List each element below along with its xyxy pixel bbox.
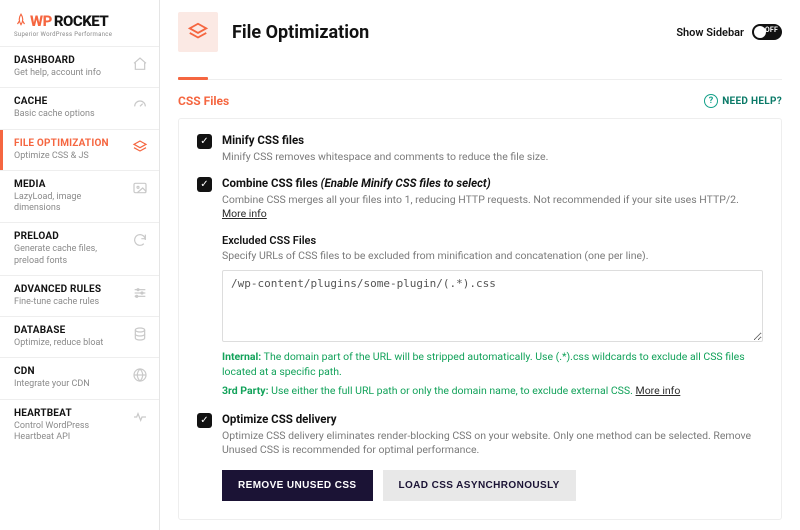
sidebar-item-sub: Generate cache files, preload fonts	[14, 244, 127, 267]
option-minify-title: Minify CSS files	[222, 133, 763, 147]
sidebar-item-title: FILE OPTIMIZATION	[14, 138, 109, 149]
brand-logo: WPROCKET Superior WordPress Performance	[0, 0, 159, 47]
sidebar-item-cache[interactable]: CACHE Basic cache options	[0, 87, 159, 128]
option-minify-css: ✓ Minify CSS files Minify CSS removes wh…	[197, 133, 763, 164]
sidebar-item-sub: Get help, account info	[14, 68, 101, 79]
sidebar-item-title: HEARTBEAT	[14, 408, 127, 419]
sidebar: WPROCKET Superior WordPress Performance …	[0, 0, 160, 530]
sidebar-item-database[interactable]: DATABASE Optimize, reduce bloat	[0, 316, 159, 357]
combine-more-info-link[interactable]: More info	[222, 207, 267, 220]
excluded-hint-3rdparty: 3rd Party: Use either the full URL path …	[222, 383, 763, 398]
sidebar-item-title: CACHE	[14, 96, 95, 107]
brand-tagline: Superior WordPress Performance	[14, 31, 149, 38]
excluded-title: Excluded CSS Files	[222, 234, 763, 247]
layers-icon	[178, 12, 218, 52]
excluded-css-group: Excluded CSS Files Specify URLs of CSS f…	[222, 234, 763, 399]
sidebar-item-preload[interactable]: PRELOAD Generate cache files, preload fon…	[0, 222, 159, 275]
refresh-icon	[131, 232, 149, 248]
rocket-icon	[14, 13, 28, 30]
sidebar-item-title: DASHBOARD	[14, 55, 101, 66]
remove-unused-css-button[interactable]: REMOVE UNUSED CSS	[222, 470, 373, 501]
nav: DASHBOARD Get help, account info CACHE Basi…	[0, 47, 159, 530]
sidebar-item-sub: Basic cache options	[14, 109, 95, 120]
database-icon	[131, 326, 149, 342]
option-optimize-desc: Optimize CSS delivery eliminates render-…	[222, 429, 763, 457]
option-minify-desc: Minify CSS removes whitespace and commen…	[222, 150, 763, 164]
css-files-panel: ✓ Minify CSS files Minify CSS removes wh…	[178, 118, 782, 520]
option-optimize-delivery: ✓ Optimize CSS delivery Optimize CSS del…	[197, 412, 763, 457]
sidebar-item-advanced-rules[interactable]: ADVANCED RULES Fine-tune cache rules	[0, 275, 159, 316]
sidebar-item-title: CDN	[14, 366, 90, 377]
option-optimize-title: Optimize CSS delivery	[222, 412, 763, 426]
gauge-icon	[131, 97, 149, 113]
checkbox-combine-css[interactable]: ✓	[197, 177, 212, 192]
sidebar-item-sub: Control WordPress Heartbeat API	[14, 421, 127, 444]
heartbeat-icon	[131, 409, 149, 425]
sidebar-item-sub: Optimize, reduce bloat	[14, 338, 103, 349]
sidebar-item-heartbeat[interactable]: HEARTBEAT Control WordPress Heartbeat API	[0, 399, 159, 452]
option-combine-desc: Combine CSS merges all your files into 1…	[222, 193, 763, 221]
sidebar-item-title: PRELOAD	[14, 231, 127, 242]
sidebar-item-title: MEDIA	[14, 179, 127, 190]
excluded-css-textarea[interactable]	[222, 270, 763, 342]
sidebar-item-sub: Integrate your CDN	[14, 379, 90, 390]
sidebar-item-media[interactable]: MEDIA LazyLoad, image dimensions	[0, 170, 159, 223]
show-sidebar-label: Show Sidebar	[676, 26, 744, 39]
globe-icon	[131, 367, 149, 383]
sidebar-item-file-optimization[interactable]: FILE OPTIMIZATION Optimize CSS & JS	[0, 129, 159, 170]
excluded-desc: Specify URLs of CSS files to be excluded…	[222, 249, 763, 262]
checkbox-minify-css[interactable]: ✓	[197, 134, 212, 149]
help-icon: ?	[704, 94, 718, 108]
sidebar-item-sub: Optimize CSS & JS	[14, 151, 109, 162]
layers-icon	[131, 139, 149, 155]
load-css-async-button[interactable]: LOAD CSS ASYNCHRONOUSLY	[383, 470, 576, 501]
sidebar-item-title: DATABASE	[14, 325, 103, 336]
main: File Optimization Show Sidebar OFF CSS F…	[160, 0, 800, 530]
tab-active-indicator	[178, 77, 208, 80]
option-combine-title: Combine CSS files (Enable Minify CSS fil…	[222, 176, 763, 190]
page-title: File Optimization	[232, 22, 369, 43]
need-help-link[interactable]: ? NEED HELP?	[704, 94, 782, 108]
sidebar-item-title: ADVANCED RULES	[14, 284, 101, 295]
sliders-icon	[131, 285, 149, 301]
home-icon	[131, 56, 149, 72]
excluded-hint-internal: Internal: The domain part of the URL wil…	[222, 349, 763, 379]
sidebar-item-sub: LazyLoad, image dimensions	[14, 192, 127, 215]
sidebar-item-dashboard[interactable]: DASHBOARD Get help, account info	[0, 47, 159, 87]
option-combine-css: ✓ Combine CSS files (Enable Minify CSS f…	[197, 176, 763, 221]
page-header: File Optimization Show Sidebar OFF	[160, 0, 800, 52]
show-sidebar-toggle[interactable]: OFF	[752, 24, 782, 40]
excluded-more-info-link[interactable]: More info	[636, 384, 681, 397]
sidebar-item-cdn[interactable]: CDN Integrate your CDN	[0, 357, 159, 398]
section-title: CSS Files	[178, 94, 229, 108]
brand-name: WPROCKET	[30, 12, 108, 30]
image-icon	[131, 180, 149, 196]
sidebar-item-sub: Fine-tune cache rules	[14, 297, 101, 308]
tab-strip	[178, 60, 782, 80]
checkbox-optimize-delivery[interactable]: ✓	[197, 413, 212, 428]
